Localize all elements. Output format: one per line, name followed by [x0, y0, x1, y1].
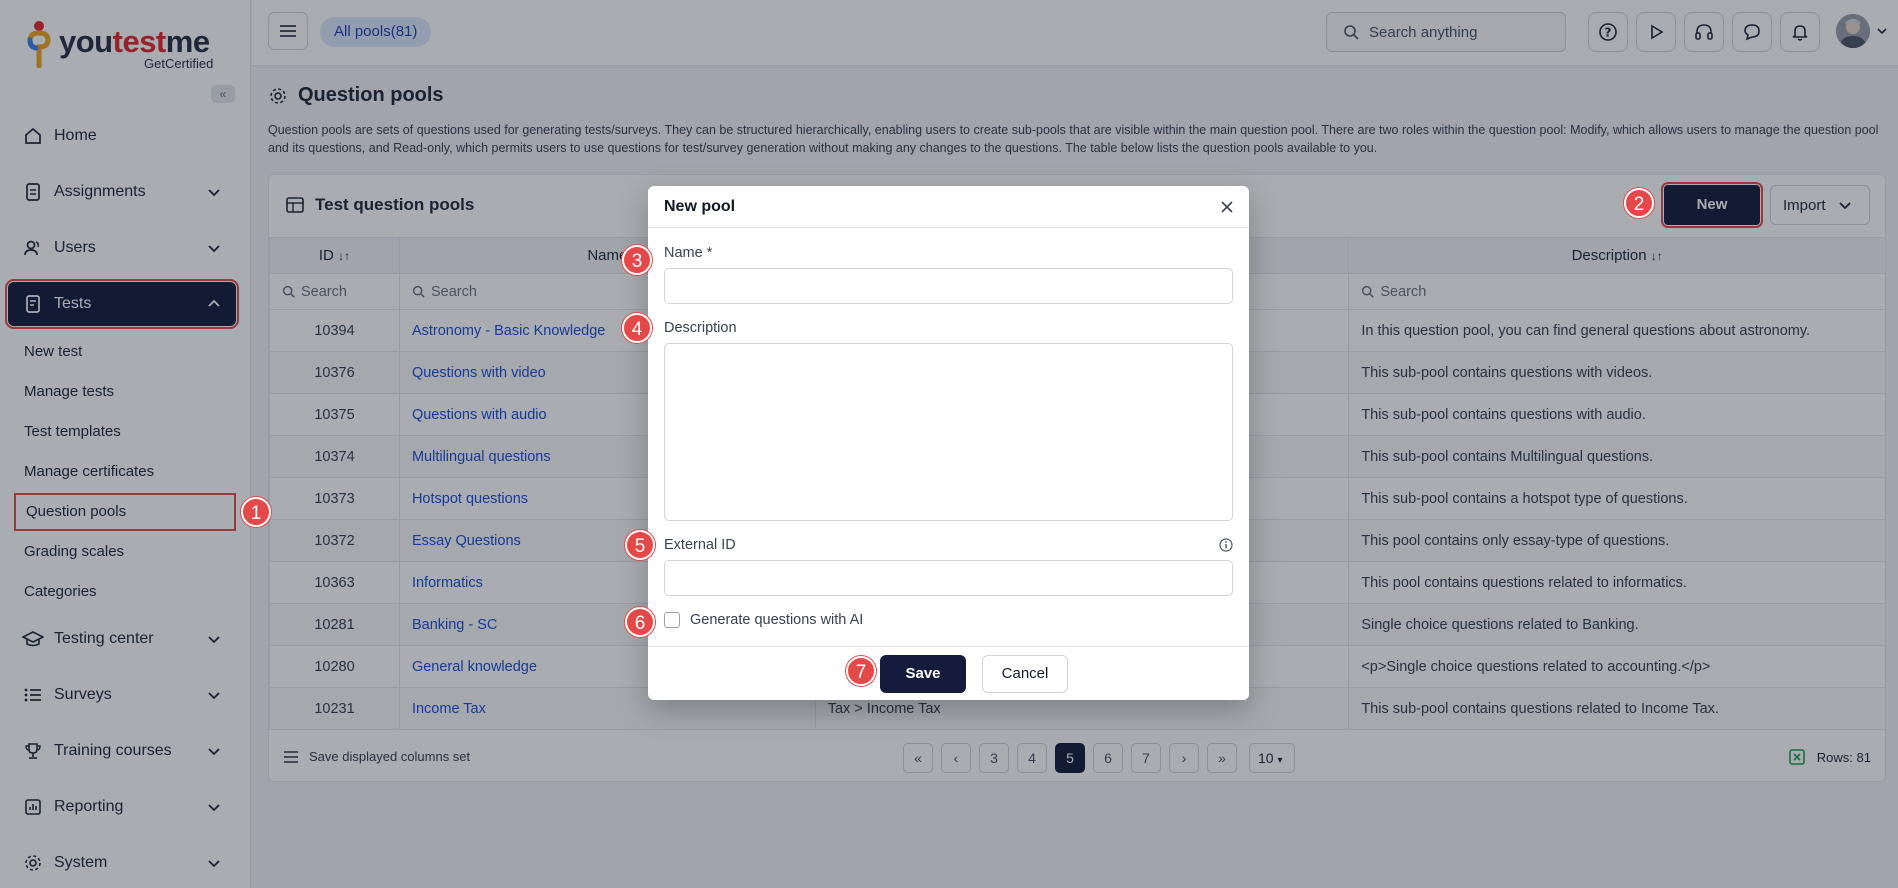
description-label: Description	[664, 320, 737, 336]
cancel-button[interactable]: Cancel	[982, 655, 1068, 693]
info-icon[interactable]	[1219, 538, 1233, 552]
dialog-title: New pool	[664, 198, 736, 215]
dialog-footer: Save Cancel	[648, 646, 1249, 700]
save-button[interactable]: Save	[880, 655, 966, 693]
step-marker-4: 4	[622, 313, 652, 343]
step-marker-7: 7	[846, 656, 876, 686]
step-marker-3: 3	[622, 245, 652, 275]
generate-ai-checkbox[interactable]	[664, 612, 680, 628]
description-textarea[interactable]	[664, 343, 1233, 521]
step-marker-2: 2	[1624, 188, 1654, 218]
dialog-header: New pool	[648, 186, 1249, 228]
generate-ai-label: Generate questions with AI	[690, 612, 864, 628]
external-id-label: External ID	[664, 537, 736, 553]
name-input[interactable]	[664, 268, 1233, 304]
close-icon[interactable]	[1219, 199, 1235, 215]
step-marker-5: 5	[625, 530, 655, 560]
step-marker-1: 1	[241, 497, 271, 527]
step-marker-6: 6	[625, 607, 655, 637]
external-id-input[interactable]	[664, 560, 1233, 596]
name-label: Name *	[664, 245, 713, 261]
new-pool-dialog: New pool Name * Description External ID …	[648, 186, 1249, 700]
generate-ai-option[interactable]: Generate questions with AI	[664, 612, 863, 628]
